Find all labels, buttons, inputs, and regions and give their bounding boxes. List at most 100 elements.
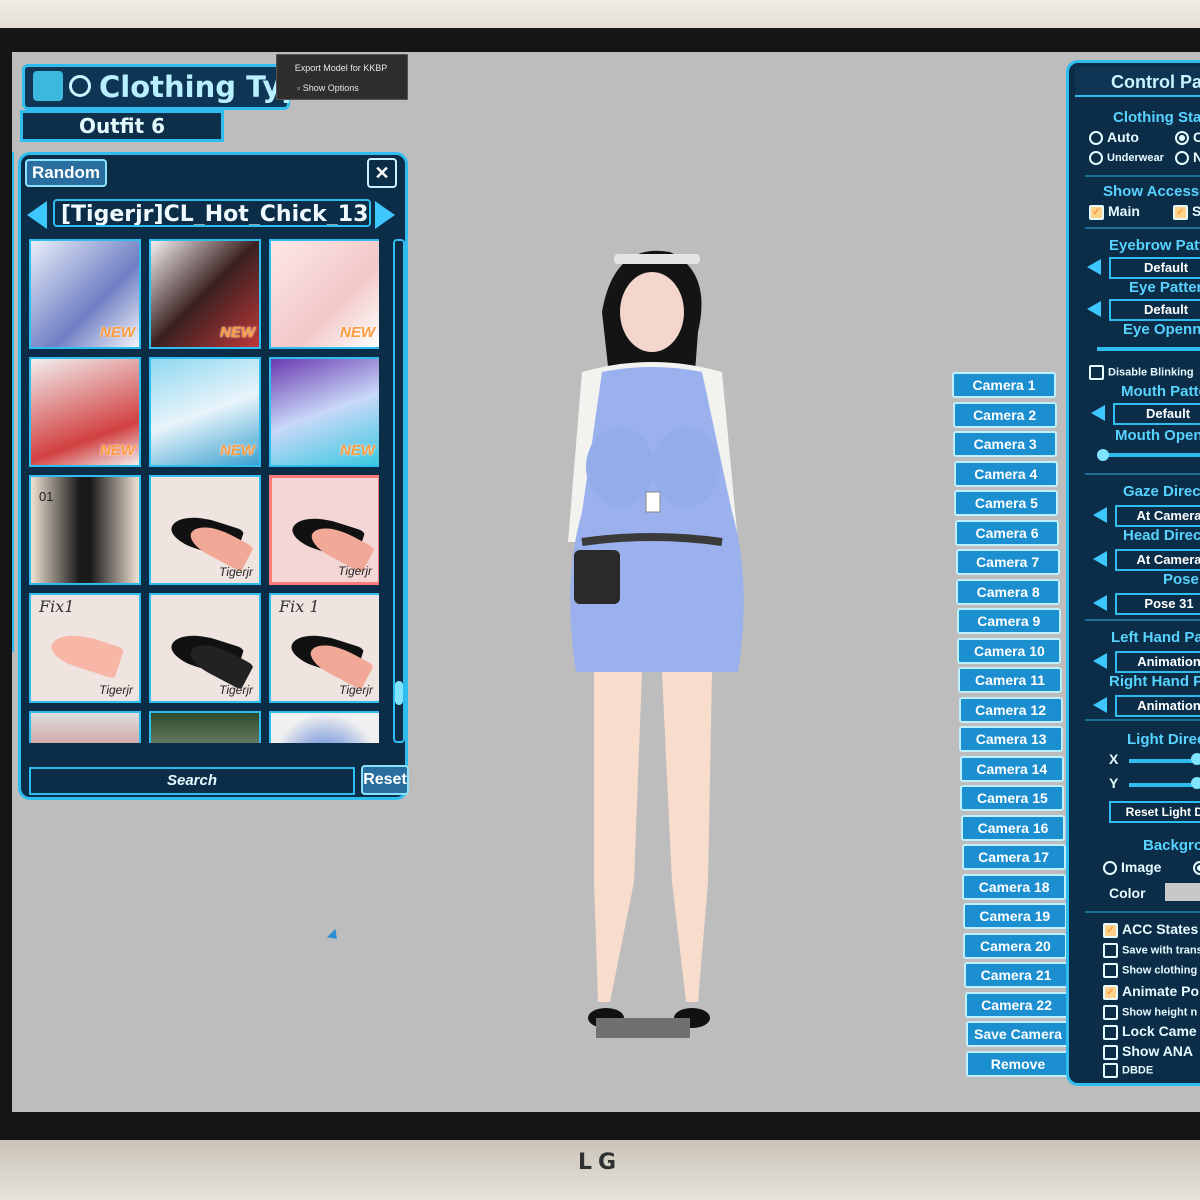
thumbnail-item[interactable]: Fix 1 Tigerjr (269, 593, 379, 703)
thumbnail-item[interactable] (149, 711, 261, 743)
right-hand-select[interactable]: Animation (1115, 695, 1200, 717)
pose-select[interactable]: Pose 31 (1115, 593, 1200, 615)
acc-states-toggle[interactable]: ✓ ACC States (1103, 921, 1198, 938)
camera-button[interactable]: Camera 9 (956, 608, 1061, 634)
radio-icon[interactable] (1103, 861, 1117, 876)
mouth-openness-knob[interactable] (1097, 449, 1109, 461)
gaze-select[interactable]: At Camera (1115, 505, 1200, 527)
camera-button[interactable]: Camera 8 (956, 578, 1061, 605)
thumbnail-item[interactable]: Tigerjr (149, 593, 261, 703)
show-options-toggle[interactable]: ▫ Show Options (297, 83, 359, 93)
thumbnail-item-selected[interactable]: Tigerjr (269, 475, 379, 585)
camera-button[interactable]: Camera 5 (954, 490, 1059, 516)
camera-button[interactable]: Camera 17 (961, 844, 1066, 870)
prev-arrow-icon[interactable] (27, 201, 47, 229)
close-icon[interactable]: ✕ (367, 158, 397, 188)
clothing-icon[interactable] (33, 71, 63, 101)
camera-button[interactable]: Camera 14 (959, 755, 1064, 782)
clothing-state-cl[interactable]: Cl (1175, 129, 1200, 146)
camera-button[interactable]: Camera 20 (963, 932, 1068, 959)
mouth-prev-arrow-icon[interactable] (1091, 405, 1105, 421)
radio-icon[interactable] (1089, 131, 1103, 146)
character-model[interactable] (502, 242, 802, 1042)
camera-button[interactable]: Camera 13 (959, 726, 1064, 752)
thumbnail-item[interactable]: NEW (29, 357, 141, 467)
accessory-ring-icon[interactable] (69, 75, 91, 97)
camera-button[interactable]: Camera 12 (958, 696, 1063, 723)
animate-pose-toggle[interactable]: ✓ Animate Po (1103, 983, 1199, 1000)
thumbnail-item[interactable] (269, 711, 379, 743)
thumbnail-item[interactable]: NEW (149, 357, 261, 467)
camera-button[interactable]: Camera 10 (957, 637, 1062, 664)
light-y-knob[interactable] (1191, 777, 1200, 789)
eye-select[interactable]: Default (1109, 299, 1200, 321)
checkbox-icon[interactable] (1103, 1044, 1118, 1060)
reset-button[interactable]: Reset (361, 765, 409, 795)
camera-button[interactable]: Camera 1 (952, 372, 1056, 398)
left-hand-select[interactable]: Animation (1115, 651, 1200, 673)
show-clothing-toggle[interactable]: Show clothing (1103, 963, 1197, 978)
background-color-radio[interactable] (1193, 859, 1200, 876)
thumbnail-item[interactable]: NEW (269, 239, 379, 349)
show-options-checkbox-icon[interactable]: ▫ (297, 83, 300, 93)
camera-button[interactable]: Camera 21 (964, 962, 1068, 988)
checkbox-icon[interactable] (1089, 365, 1104, 380)
checkbox-icon[interactable]: ✓ (1173, 204, 1188, 220)
checkbox-icon[interactable] (1103, 1005, 1118, 1020)
background-color-swatch[interactable] (1165, 883, 1200, 901)
show-accessories-sub[interactable]: ✓ S (1173, 203, 1200, 220)
head-prev-arrow-icon[interactable] (1093, 551, 1107, 567)
checkbox-icon[interactable]: ✓ (1089, 204, 1104, 220)
show-ana-toggle[interactable]: Show ANA (1103, 1043, 1193, 1060)
thumbnail-item[interactable]: Tigerjr (149, 475, 261, 585)
checkbox-icon[interactable] (1103, 1063, 1118, 1078)
show-height-toggle[interactable]: Show height n (1103, 1005, 1197, 1020)
save-with-trans-toggle[interactable]: Save with trans (1103, 943, 1200, 958)
pose-prev-arrow-icon[interactable] (1093, 595, 1107, 611)
camera-button[interactable]: Camera 6 (955, 519, 1059, 546)
clothing-state-underwear[interactable]: Underwear (1089, 151, 1164, 165)
thumbnail-item[interactable]: NEW (29, 239, 141, 349)
eyebrow-prev-arrow-icon[interactable] (1087, 259, 1101, 275)
radio-icon[interactable] (1089, 151, 1103, 165)
eye-openness-slider[interactable] (1097, 347, 1200, 351)
camera-button[interactable]: Camera 7 (955, 549, 1060, 575)
radio-icon[interactable] (1193, 861, 1200, 876)
clothing-state-auto[interactable]: Auto (1089, 129, 1139, 146)
camera-button[interactable]: Camera 22 (964, 991, 1069, 1018)
radio-icon[interactable] (1175, 131, 1189, 146)
checkbox-icon[interactable] (1103, 963, 1118, 978)
remove-camera-button[interactable]: Remove (966, 1050, 1070, 1077)
background-image-radio[interactable]: Image (1103, 859, 1161, 876)
clothing-state-n[interactable]: N (1175, 149, 1200, 166)
light-x-knob[interactable] (1191, 753, 1200, 765)
thumbnail-item[interactable]: NEW (149, 239, 261, 349)
camera-button[interactable]: Camera 2 (952, 401, 1057, 428)
eye-prev-arrow-icon[interactable] (1087, 301, 1101, 317)
disable-blinking-toggle[interactable]: Disable Blinking (1089, 365, 1194, 380)
left-hand-prev-arrow-icon[interactable] (1093, 653, 1107, 669)
checkbox-icon[interactable]: ✓ (1103, 984, 1118, 1000)
radio-icon[interactable] (1175, 151, 1189, 166)
light-x-slider[interactable] (1129, 759, 1200, 763)
next-arrow-icon[interactable] (375, 201, 395, 229)
thumbnail-item[interactable]: NEW (269, 357, 379, 467)
right-hand-prev-arrow-icon[interactable] (1093, 697, 1107, 713)
camera-button[interactable]: Camera 16 (961, 814, 1065, 841)
thumbnail-scrollbar[interactable] (393, 239, 405, 743)
camera-button[interactable]: Camera 4 (953, 460, 1058, 487)
thumbnail-item[interactable]: Fix1 Tigerjr (29, 593, 141, 703)
export-kkbp-button[interactable]: Export Model for KKBP (283, 63, 399, 73)
eyebrow-select[interactable]: Default (1109, 257, 1200, 279)
save-camera-button[interactable]: Save Camera (966, 1021, 1070, 1047)
checkbox-icon[interactable] (1103, 1024, 1118, 1040)
checkbox-icon[interactable]: ✓ (1103, 922, 1118, 938)
outfit-label[interactable]: Outfit 6 (20, 110, 224, 142)
mouth-select[interactable]: Default (1113, 403, 1200, 425)
gaze-prev-arrow-icon[interactable] (1093, 507, 1107, 523)
dbde-toggle[interactable]: DBDE (1103, 1063, 1153, 1078)
camera-button[interactable]: Camera 19 (962, 903, 1067, 929)
thumbnail-item[interactable]: 01 (29, 475, 141, 585)
checkbox-icon[interactable] (1103, 943, 1118, 958)
item-name-field[interactable]: [Tigerjr]CL_Hot_Chick_130 (53, 199, 371, 227)
